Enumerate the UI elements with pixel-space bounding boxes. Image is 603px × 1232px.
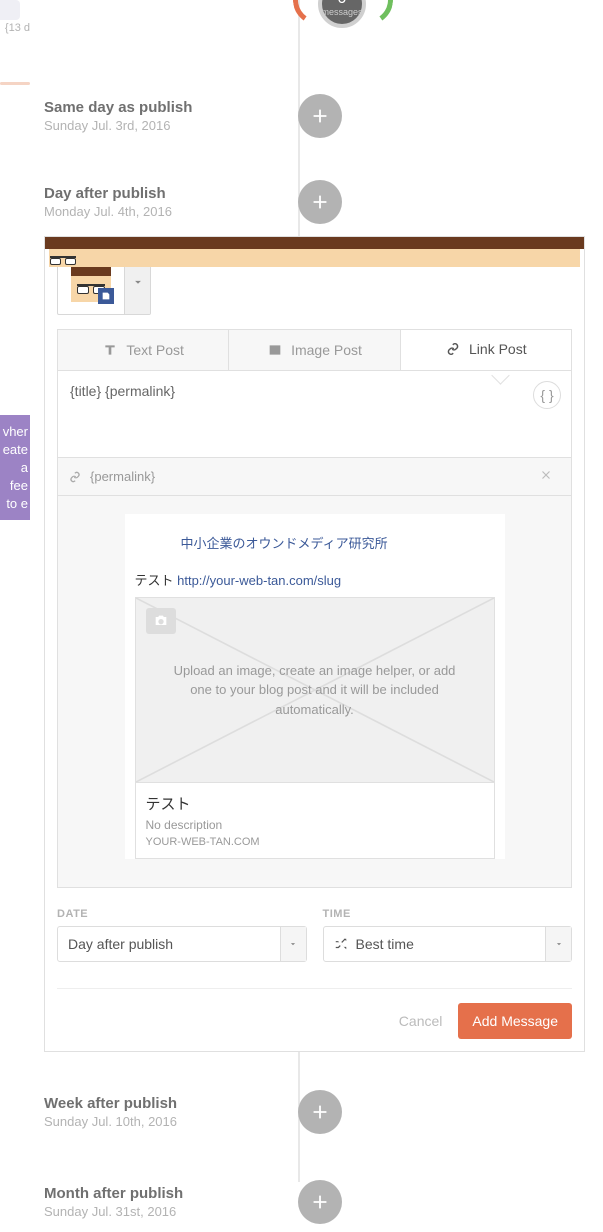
timeline-section-week-after: Week after publish Sunday Jul. 10th, 201… — [44, 1082, 593, 1142]
date-value: Day after publish — [68, 936, 173, 952]
date-select[interactable]: Day after publish — [57, 926, 307, 962]
messages-count: 0 — [338, 0, 347, 7]
tab-label: Link Post — [469, 341, 527, 357]
preview-page-name[interactable]: 中小企業のオウンドメディア研究所 — [181, 533, 388, 552]
timeline-summary-node: 0 messages — [268, 0, 418, 40]
text-icon — [102, 342, 118, 358]
preview-meta-desc: No description — [146, 818, 484, 832]
preview-body: テスト http://your-web-tan.com/slug — [125, 570, 505, 597]
left-clip-box — [0, 0, 20, 20]
time-label: TIME — [323, 908, 573, 920]
image-icon — [267, 342, 283, 358]
add-message-button[interactable] — [298, 180, 342, 224]
preview-avatar — [135, 524, 171, 560]
chevron-down-icon — [131, 275, 145, 289]
plus-icon — [309, 1191, 331, 1213]
add-message-submit-button[interactable]: Add Message — [458, 1003, 572, 1039]
preview-body-link[interactable]: http://your-web-tan.com/slug — [177, 573, 341, 588]
tab-link-post[interactable]: Link Post — [401, 330, 571, 370]
preview-meta-title: テスト — [146, 793, 484, 814]
messages-label: messages — [321, 7, 362, 17]
post-type-tabs: Text Post Image Post Link Post — [57, 329, 572, 370]
date-label: DATE — [57, 908, 307, 920]
left-clip-label: {13 d — [0, 22, 30, 34]
timeline-section-day-after: Day after publish Monday Jul. 4th, 2016 — [44, 172, 593, 232]
time-select[interactable]: Best time — [323, 926, 573, 962]
composer-footer: Cancel Add Message — [57, 988, 572, 1039]
cancel-button[interactable]: Cancel — [399, 1013, 443, 1029]
timeline-section-month-after: Month after publish Sunday Jul. 31st, 20… — [44, 1172, 593, 1232]
left-purple-panel: vher eate a fee to e — [0, 415, 30, 520]
link-preview-area: 中小企業のオウンドメディア研究所 テスト http://your-web-tan… — [57, 496, 572, 888]
tab-text-post[interactable]: Text Post — [58, 330, 229, 370]
link-url-bar: {permalink} — [57, 458, 572, 496]
tab-label: Text Post — [126, 342, 184, 358]
purple-line: vher — [2, 423, 28, 441]
link-preview-card: 中小企業のオウンドメディア研究所 テスト http://your-web-tan… — [125, 514, 505, 859]
purple-line: to e — [2, 495, 28, 513]
purple-line: a fee — [2, 459, 28, 495]
tab-image-post[interactable]: Image Post — [229, 330, 400, 370]
preview-image-placeholder[interactable]: Upload an image, create an image helper,… — [135, 597, 495, 783]
link-icon — [445, 341, 461, 357]
add-message-button[interactable] — [298, 1090, 342, 1134]
schedule-row: DATE Day after publish TIME Best time — [57, 908, 572, 962]
message-text: {title} {permalink} — [70, 383, 559, 399]
caret-down-icon — [554, 939, 564, 949]
camera-icon — [146, 608, 176, 634]
insert-variable-button[interactable]: { } — [533, 381, 561, 409]
link-icon — [68, 470, 82, 484]
plus-icon — [309, 1101, 331, 1123]
message-textarea[interactable]: {title} {permalink} { } — [57, 370, 572, 458]
add-message-button[interactable] — [298, 94, 342, 138]
timeline-section-same-day: Same day as publish Sunday Jul. 3rd, 201… — [44, 86, 593, 146]
caret-down-icon — [288, 939, 298, 949]
remove-link-button[interactable] — [539, 468, 561, 485]
purple-line: eate — [2, 441, 28, 459]
composer-card: Text Post Image Post Link Post {title} {… — [44, 236, 585, 1052]
select-caret — [545, 927, 571, 961]
tab-label: Image Post — [291, 342, 362, 358]
left-coral-bar — [0, 82, 30, 85]
preview-meta-domain: YOUR-WEB-TAN.COM — [146, 836, 484, 848]
plus-icon — [309, 105, 331, 127]
placeholder-text: Upload an image, create an image helper,… — [166, 661, 464, 720]
link-url-text: {permalink} — [90, 469, 155, 484]
facebook-badge-icon — [98, 288, 114, 304]
close-icon — [539, 468, 553, 482]
add-message-button[interactable] — [298, 1180, 342, 1224]
preview-meta: テスト No description YOUR-WEB-TAN.COM — [135, 783, 495, 859]
shuffle-icon — [334, 937, 348, 951]
select-caret — [280, 927, 306, 961]
time-value: Best time — [356, 936, 414, 952]
plus-icon — [309, 191, 331, 213]
preview-body-text: テスト — [135, 573, 178, 588]
